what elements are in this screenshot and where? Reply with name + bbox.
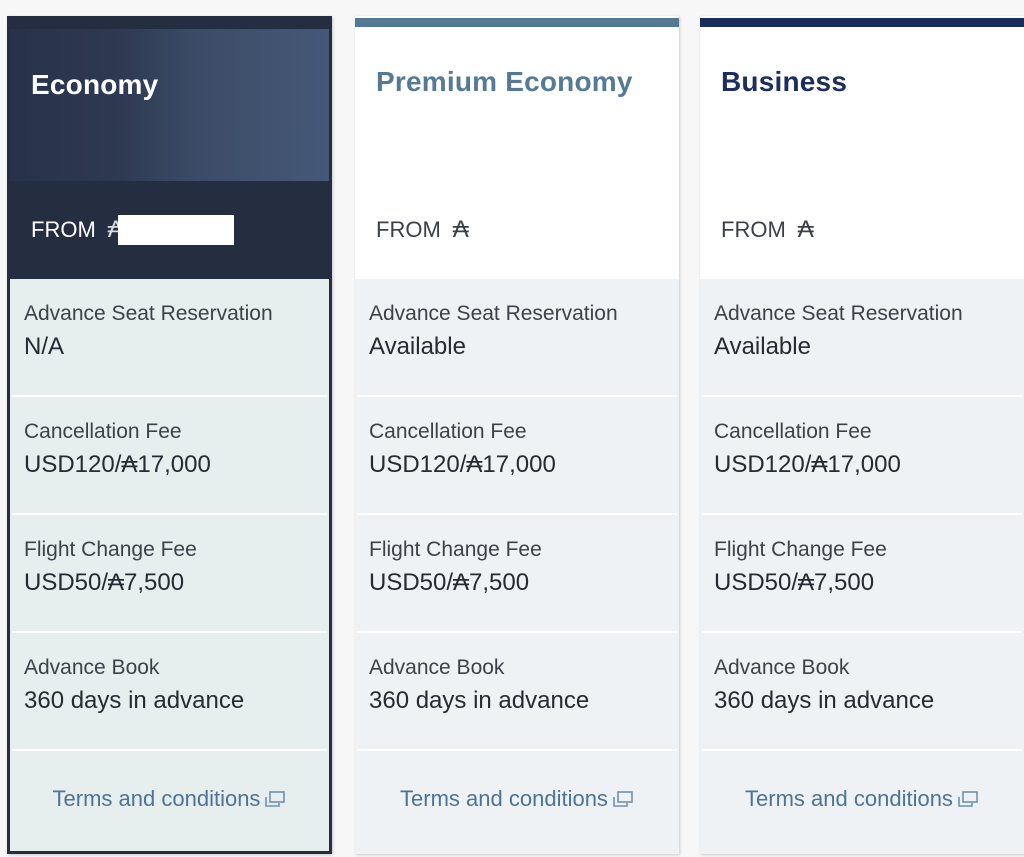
detail-label: Advance Book xyxy=(714,656,850,679)
detail-value: USD120/₳17,000 xyxy=(24,451,211,478)
fare-comparison: Economy FROM ₳ Advance Seat Reservation … xyxy=(0,0,1024,857)
detail-value: USD120/₳17,000 xyxy=(369,451,556,478)
fare-title: Economy xyxy=(31,69,159,100)
detail-value: USD50/₳7,500 xyxy=(369,569,530,596)
detail-label: Advance Book xyxy=(24,656,160,679)
detail-row: Cancellation Fee USD120/₳17,000 xyxy=(357,397,677,515)
external-window-icon xyxy=(957,790,979,808)
detail-value: 360 days in advance xyxy=(24,687,245,714)
detail-label: Advance Seat Reservation xyxy=(714,302,963,325)
card-header: Business FROM ₳ xyxy=(700,16,1024,279)
redacted-price xyxy=(117,215,234,245)
fare-details: Advance Seat Reservation Available Cance… xyxy=(700,279,1024,847)
from-label: FROM xyxy=(721,217,786,242)
detail-value: 360 days in advance xyxy=(369,687,590,714)
terms-link-label: Terms and conditions xyxy=(745,786,953,811)
fare-details: Advance Seat Reservation N/A Cancellatio… xyxy=(10,279,329,847)
terms-link[interactable]: Terms and conditions xyxy=(700,751,1024,847)
detail-value: Available xyxy=(369,333,466,360)
terms-link[interactable]: Terms and conditions xyxy=(10,751,329,847)
detail-label: Cancellation Fee xyxy=(714,420,872,443)
accent-bar xyxy=(700,18,1024,27)
external-window-icon xyxy=(264,790,286,808)
detail-row: Advance Seat Reservation Available xyxy=(702,279,1022,397)
external-window-icon xyxy=(612,790,634,808)
detail-label: Advance Seat Reservation xyxy=(369,302,618,325)
detail-label: Cancellation Fee xyxy=(369,420,527,443)
fare-price: FROM ₳ xyxy=(376,216,469,244)
header-banner xyxy=(10,29,329,181)
detail-label: Advance Book xyxy=(369,656,505,679)
from-label: FROM xyxy=(376,217,441,242)
terms-link-label: Terms and conditions xyxy=(400,786,608,811)
detail-label: Flight Change Fee xyxy=(24,538,197,561)
detail-label: Advance Seat Reservation xyxy=(24,302,273,325)
detail-value: 360 days in advance xyxy=(714,687,935,714)
fare-title: Premium Economy xyxy=(376,66,633,97)
accent-bar xyxy=(355,18,679,27)
card-header: Economy FROM ₳ xyxy=(10,19,329,279)
detail-value: USD120/₳17,000 xyxy=(714,451,901,478)
detail-row: Flight Change Fee USD50/₳7,500 xyxy=(357,515,677,633)
detail-value: N/A xyxy=(24,333,65,360)
fare-price: FROM ₳ xyxy=(31,215,234,245)
fare-details: Advance Seat Reservation Available Cance… xyxy=(355,279,679,847)
currency-symbol: ₳ xyxy=(452,216,469,243)
detail-row: Cancellation Fee USD120/₳17,000 xyxy=(702,397,1022,515)
detail-row: Advance Seat Reservation N/A xyxy=(12,279,327,397)
detail-row: Flight Change Fee USD50/₳7,500 xyxy=(12,515,327,633)
detail-row: Cancellation Fee USD120/₳17,000 xyxy=(12,397,327,515)
detail-label: Flight Change Fee xyxy=(369,538,542,561)
currency-symbol: ₳ xyxy=(797,216,814,243)
fare-card-economy[interactable]: Economy FROM ₳ Advance Seat Reservation … xyxy=(7,16,332,854)
from-label: FROM xyxy=(31,217,96,242)
fare-price: FROM ₳ xyxy=(721,216,814,244)
detail-row: Advance Book 360 days in advance xyxy=(357,633,677,751)
detail-label: Cancellation Fee xyxy=(24,420,182,443)
detail-value: Available xyxy=(714,333,811,360)
detail-row: Flight Change Fee USD50/₳7,500 xyxy=(702,515,1022,633)
fare-card-premium-economy[interactable]: Premium Economy FROM ₳ Advance Seat Rese… xyxy=(355,16,679,854)
detail-row: Advance Seat Reservation Available xyxy=(357,279,677,397)
detail-value: USD50/₳7,500 xyxy=(714,569,875,596)
detail-row: Advance Book 360 days in advance xyxy=(12,633,327,751)
detail-value: USD50/₳7,500 xyxy=(24,569,185,596)
detail-row: Advance Book 360 days in advance xyxy=(702,633,1022,751)
card-header: Premium Economy FROM ₳ xyxy=(355,16,679,279)
detail-label: Flight Change Fee xyxy=(714,538,887,561)
terms-link[interactable]: Terms and conditions xyxy=(355,751,679,847)
fare-title: Business xyxy=(721,66,848,97)
fare-card-business[interactable]: Business FROM ₳ Advance Seat Reservation… xyxy=(700,16,1024,854)
terms-link-label: Terms and conditions xyxy=(52,786,261,811)
